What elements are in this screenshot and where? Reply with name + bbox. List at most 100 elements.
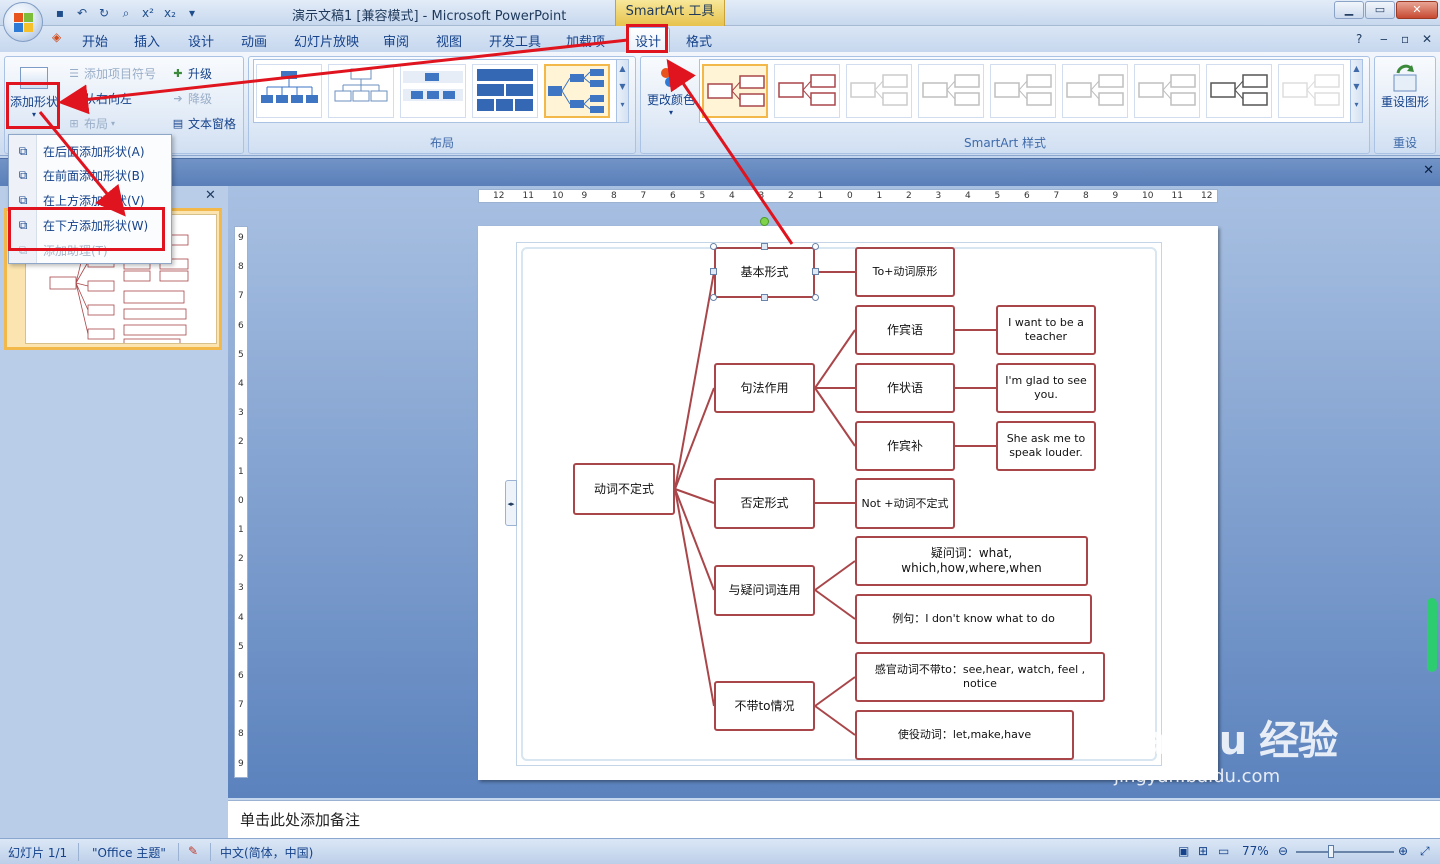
scroll-down-icon[interactable]: ▼	[617, 78, 628, 96]
layout-button[interactable]: ⊞ 布局 ▾	[67, 115, 115, 132]
node-ex-complement[interactable]: She ask me to speak louder.	[996, 421, 1096, 471]
zoom-slider-track[interactable]	[1296, 851, 1394, 853]
superscript-icon[interactable]: x²	[140, 5, 156, 21]
vertical-scroll-thumb[interactable]	[1427, 598, 1437, 672]
style-thumb-2[interactable]	[774, 64, 840, 118]
node-object[interactable]: 作宾语	[855, 305, 955, 355]
tab-design[interactable]: 设计	[188, 31, 214, 50]
layout-thumb-labeled-hierarchy[interactable]	[400, 64, 466, 118]
node-with-question-words[interactable]: 与疑问词连用	[714, 565, 815, 616]
slide-sorter-icon[interactable]: ⊞	[1198, 844, 1208, 858]
right-to-left-button[interactable]: ⇄ 从右向左	[67, 90, 132, 107]
text-pane-toggle[interactable]: ◂▸	[505, 480, 517, 526]
add-bullet-button[interactable]: ☰ 添加项目符号	[67, 65, 156, 82]
style-thumb-1[interactable]	[702, 64, 768, 118]
node-not-to-verb[interactable]: Not +动词不定式	[855, 478, 955, 529]
close-pane-icon[interactable]: ✕	[1423, 163, 1434, 178]
style-thumb-9[interactable]	[1278, 64, 1344, 118]
close-slides-pane-icon[interactable]: ✕	[205, 188, 216, 203]
node-object-complement[interactable]: 作宾补	[855, 421, 955, 471]
style-thumb-3[interactable]	[846, 64, 912, 118]
zoom-out-icon[interactable]: ⊖	[1278, 844, 1288, 858]
style-thumb-8[interactable]	[1206, 64, 1272, 118]
reset-graphic-button[interactable]: 重设图形	[1377, 61, 1433, 131]
layout-thumb-hierarchy[interactable]	[328, 64, 394, 118]
zoom-slider-thumb[interactable]	[1328, 845, 1334, 858]
demote-button[interactable]: ➔ 降级	[171, 90, 212, 107]
tab-animations[interactable]: 动画	[241, 31, 267, 50]
customize-qat-icon[interactable]: ▾	[184, 5, 200, 21]
scroll-down-icon[interactable]: ▼	[1351, 78, 1362, 96]
minimize-button[interactable]: ▁	[1334, 1, 1364, 19]
office-button[interactable]	[3, 2, 43, 42]
node-ex-object[interactable]: I want to be a teacher	[996, 305, 1096, 355]
save-icon[interactable]: ▪	[52, 5, 68, 21]
resize-handle-bl[interactable]	[710, 294, 717, 301]
close-button[interactable]: ✕	[1396, 1, 1438, 19]
promote-button[interactable]: ✚ 升级	[171, 65, 212, 82]
menu-add-shape-after[interactable]: ⧉ 在后面添加形状(A)	[11, 139, 169, 163]
style-thumb-7[interactable]	[1134, 64, 1200, 118]
language-indicator[interactable]: 中文(简体，中国)	[220, 844, 313, 861]
zoom-in-icon[interactable]: ⊕	[1398, 844, 1408, 858]
layout-thumb-horizontal-hierarchy[interactable]	[544, 64, 610, 118]
node-to-verb[interactable]: To+动词原形	[855, 247, 955, 297]
fit-to-window-icon[interactable]: ⤢	[1420, 844, 1430, 859]
layouts-gallery[interactable]: ▲ ▼ ▾	[253, 59, 629, 123]
smartart-styles-gallery[interactable]: ▲ ▼ ▾	[699, 59, 1363, 123]
notes-pane[interactable]: 单击此处添加备注	[228, 800, 1440, 838]
node-question-words[interactable]: 疑问词：what, which,how,where,when	[855, 536, 1088, 586]
zoom-level[interactable]: 77%	[1242, 844, 1269, 858]
normal-view-icon[interactable]: ▣	[1178, 844, 1189, 858]
maximize-button[interactable]: ▭	[1365, 1, 1395, 19]
tab-insert[interactable]: 插入	[134, 31, 160, 50]
resize-handle-t[interactable]	[761, 243, 768, 250]
node-basic-form[interactable]: 基本形式	[714, 247, 815, 298]
resize-handle-b[interactable]	[761, 294, 768, 301]
tab-review[interactable]: 审阅	[383, 31, 409, 50]
tab-slideshow[interactable]: 幻灯片放映	[294, 31, 359, 50]
node-root[interactable]: 动词不定式	[573, 463, 675, 515]
style-thumb-4[interactable]	[918, 64, 984, 118]
resize-handle-tl[interactable]	[710, 243, 717, 250]
layout-thumb-org-chart[interactable]	[256, 64, 322, 118]
gallery-more-icon[interactable]: ▾	[1351, 96, 1362, 114]
node-negative[interactable]: 否定形式	[714, 478, 815, 529]
tab-home[interactable]: 开始	[82, 31, 108, 50]
ribbon-close-icon[interactable]: ✕	[1422, 32, 1432, 46]
node-syntax[interactable]: 句法作用	[714, 363, 815, 413]
text-pane-button[interactable]: ▤ 文本窗格	[171, 115, 236, 132]
resize-handle-br[interactable]	[812, 294, 819, 301]
tab-developer[interactable]: 开发工具	[489, 31, 541, 50]
help-icon[interactable]: ?	[1356, 32, 1362, 46]
gallery-more-icon[interactable]: ▾	[617, 96, 628, 114]
tab-view[interactable]: 视图	[436, 31, 462, 50]
node-example[interactable]: 例句：I don't know what to do	[855, 594, 1092, 644]
resize-handle-l[interactable]	[710, 268, 717, 275]
redo-icon[interactable]: ↻	[96, 5, 112, 21]
menu-add-shape-before[interactable]: ⧉ 在前面添加形状(B)	[11, 163, 169, 187]
tab-addins[interactable]: 加载项	[566, 31, 605, 50]
node-sense-verbs[interactable]: 感官动词不带to：see,hear, watch, feel , notice	[855, 652, 1105, 702]
node-ex-adverbial[interactable]: I'm glad to see you.	[996, 363, 1096, 413]
spell-check-icon[interactable]: ✎	[188, 844, 198, 858]
vertical-scrollbar[interactable]	[1424, 186, 1440, 798]
subscript-icon[interactable]: x₂	[162, 5, 178, 21]
undo-icon[interactable]: ↶	[74, 5, 90, 21]
ribbon-minimize-icon[interactable]: ‒	[1380, 32, 1388, 46]
tab-smartart-format[interactable]: 格式	[686, 31, 712, 50]
resize-handle-r[interactable]	[812, 268, 819, 275]
scroll-up-icon[interactable]: ▲	[1351, 60, 1362, 78]
node-without-to[interactable]: 不带to情况	[714, 681, 815, 731]
style-thumb-6[interactable]	[1062, 64, 1128, 118]
ribbon-restore-icon[interactable]: ▫	[1401, 32, 1409, 46]
node-causative-verbs[interactable]: 使役动词：let,make,have	[855, 710, 1074, 760]
addin-tab-icon[interactable]: ◈	[52, 30, 61, 44]
styles-gallery-scroll[interactable]: ▲ ▼ ▾	[1350, 60, 1362, 122]
print-preview-icon[interactable]: ⌕	[118, 5, 134, 21]
rotate-handle[interactable]	[760, 217, 769, 226]
node-adverbial[interactable]: 作状语	[855, 363, 955, 413]
layout-thumb-table-hierarchy[interactable]	[472, 64, 538, 118]
style-thumb-5[interactable]	[990, 64, 1056, 118]
change-colors-button[interactable]: 更改颜色 ▾	[643, 61, 699, 131]
